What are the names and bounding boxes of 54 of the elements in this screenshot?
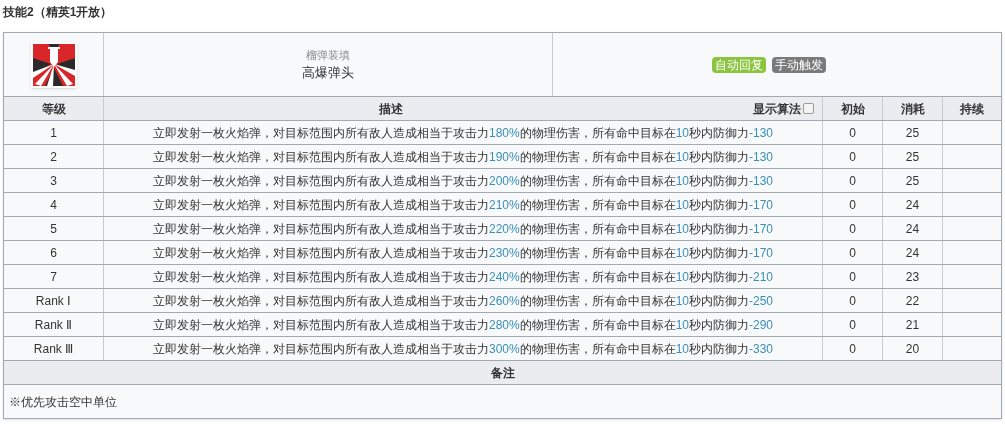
table-cell: 22 [883,289,943,312]
table-cell: 25 [883,145,943,168]
table-cell: 立即发射一枚火焰弹，对目标范围内所有敌人造成相当于攻击力240%的物理伤害，所有命中目标在10秒内防御力-210 [104,265,823,288]
table-cell: 21 [883,313,943,336]
column-header: 描述 [379,100,403,118]
table-cell: 立即发射一枚火焰弹，对目标范围内所有敌人造成相当于攻击力190%的物理伤害，所有命中目标在10秒内防御力-130 [104,145,823,168]
column-header: 持续 [959,100,985,118]
table-cell: 立即发射一枚火焰弹，对目标范围内所有敌人造成相当于攻击力260%的物理伤害，所有命中目标在10秒内防御力-250 [104,289,823,312]
table-cell: 24 [883,193,943,216]
table-cell: 20 [883,337,943,360]
table-cell: 6 [4,241,104,264]
notes-header: 备注 [4,361,1001,385]
table-cell: 立即发射一枚火焰弹，对目标范围内所有敌人造成相当于攻击力300%的物理伤害，所有命中目标在10秒内防御力-330 [104,337,823,360]
table-cell: 4 [4,193,104,216]
table-cell: 0 [823,241,883,264]
column-header: 初始 [823,97,883,120]
table-cell: 0 [823,121,883,144]
table-cell: 25 [883,121,943,144]
explosion-icon [32,43,75,86]
column-header: 消耗 [883,97,943,120]
section-title: 技能2（精英1开放） [3,4,114,21]
table-cell: 2 [4,145,104,168]
table-cell: 立即发射一枚火焰弹，对目标范围内所有敌人造成相当于攻击力200%的物理伤害，所有命中目标在10秒内防御力-130 [104,169,823,192]
skill-subtitle: 榴弹装填 [306,47,350,63]
table-cell: 0 [823,265,883,288]
table-cell: 1 [4,121,104,144]
table-cell: 立即发射一枚火焰弹，对目标范围内所有敌人造成相当于攻击力230%的物理伤害，所有命中目标在10秒内防御力-170 [104,241,823,264]
skill-name: 高爆弹头 [302,64,354,82]
skill-tag: 自动回复 [712,56,766,73]
table-cell: 0 [823,145,883,168]
table-cell: Rank Ⅱ [4,313,104,336]
table-cell: 0 [823,217,883,240]
table-cell: 立即发射一枚火焰弹，对目标范围内所有敌人造成相当于攻击力220%的物理伤害，所有命中目标在10秒内防御力-170 [104,217,823,240]
column-header: 等级 [4,97,104,120]
table-cell: 7 [4,265,104,288]
table-cell: 立即发射一枚火焰弹，对目标范围内所有敌人造成相当于攻击力280%的物理伤害，所有命中目标在10秒内防御力-290 [104,313,823,336]
table-cell: 24 [883,217,943,240]
table-cell: 3 [4,169,104,192]
table-cell: 23 [883,265,943,288]
formula-toggle[interactable]: 显示算法 [753,99,814,118]
table-cell: Rank Ⅰ [4,289,104,312]
note-text: ※优先攻击空中单位 [9,393,117,411]
table-cell: 0 [823,169,883,192]
table-cell: 0 [823,289,883,312]
skill-tag: 手动触发 [772,56,826,73]
table-cell: 0 [823,193,883,216]
table-cell: 24 [883,241,943,264]
table-cell: 0 [823,337,883,360]
table-cell: Rank Ⅲ [4,337,104,360]
table-cell: 立即发射一枚火焰弹，对目标范围内所有敌人造成相当于攻击力210%的物理伤害，所有命中目标在10秒内防御力-170 [104,193,823,216]
table-cell: 25 [883,169,943,192]
table-cell: 5 [4,217,104,240]
table-cell: 立即发射一枚火焰弹，对目标范围内所有敌人造成相当于攻击力180%的物理伤害，所有命中目标在10秒内防御力-130 [104,121,823,144]
table-cell: 0 [823,313,883,336]
